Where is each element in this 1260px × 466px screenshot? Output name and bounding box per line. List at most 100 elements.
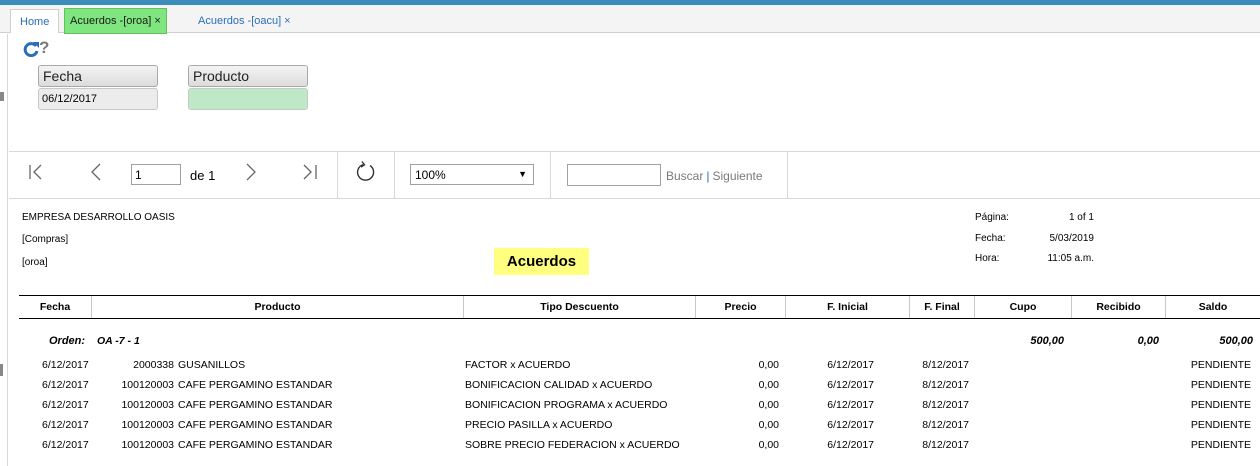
tab-label: Acuerdos -[oroa] [70, 15, 152, 27]
cell-fecha: 6/12/2017 [42, 379, 89, 391]
cell-inicial: 6/12/2017 [827, 399, 874, 411]
cell-estado: PENDIENTE [1190, 439, 1251, 451]
tab-home-label: Home [20, 16, 50, 28]
column-header: Tipo Descuento [463, 296, 695, 318]
page-value: 1 of 1 [1068, 212, 1094, 223]
group-cupo: 500,00 [1030, 335, 1064, 347]
cell-codigo: 100120003 [121, 379, 174, 391]
cell-codigo: 2000338 [133, 359, 174, 371]
find-link[interactable]: Buscar [666, 169, 703, 183]
cell-final: 8/12/2017 [922, 439, 969, 451]
cell-precio: 0,00 [758, 439, 779, 451]
search-links: Buscar | Siguiente [666, 169, 763, 183]
first-page-icon[interactable] [27, 162, 47, 182]
report-code: [oroa] [22, 257, 48, 268]
cell-precio: 0,00 [758, 359, 779, 371]
fecha-parameter: Fecha 06/12/2017 [38, 65, 158, 110]
cell-inicial: 6/12/2017 [827, 379, 874, 391]
column-header: F. Final [909, 296, 974, 318]
cell-producto: CAFE PERGAMINO ESTANDAR [178, 379, 333, 391]
zoom-value: 100% [415, 168, 446, 182]
toolbar-divider [550, 152, 551, 198]
group-saldo: 500,00 [1219, 335, 1253, 347]
help-icon[interactable]: ? [39, 39, 49, 57]
date-value: 5/03/2019 [1049, 233, 1095, 244]
parameters-panel: ? Fecha 06/12/2017 Producto [9, 34, 1260, 152]
cell-tipo: BONIFICACION PROGRAMA x ACUERDO [465, 399, 668, 411]
tab-home[interactable]: Home [10, 9, 60, 33]
cell-fecha: 6/12/2017 [42, 419, 89, 431]
fecha-field[interactable]: 06/12/2017 [38, 88, 158, 110]
cell-estado: PENDIENTE [1190, 399, 1251, 411]
group-label: Orden: [49, 335, 86, 347]
column-header: F. Inicial [785, 296, 909, 318]
producto-field[interactable] [188, 88, 308, 110]
cell-precio: 0,00 [758, 399, 779, 411]
page-number-input[interactable] [131, 164, 181, 185]
cell-final: 8/12/2017 [922, 399, 969, 411]
gutter-marker [0, 364, 3, 376]
cell-fecha: 6/12/2017 [42, 399, 89, 411]
dropdown-arrow-icon: ▼ [518, 169, 527, 179]
cell-tipo: BONIFICACION CALIDAD x ACUERDO [465, 379, 653, 391]
table-header: Fecha Producto Tipo Descuento Precio F. … [19, 295, 1260, 319]
left-gutter [0, 34, 8, 466]
fecha-label: Fecha [38, 65, 158, 87]
close-tab-icon[interactable]: × [284, 15, 290, 27]
cell-codigo: 100120003 [121, 399, 174, 411]
cell-precio: 0,00 [758, 419, 779, 431]
cell-final: 8/12/2017 [922, 419, 969, 431]
toolbar-divider [337, 152, 338, 198]
group-recibido: 0,00 [1137, 335, 1159, 347]
find-next-link[interactable]: Siguiente [712, 169, 762, 183]
cell-inicial: 6/12/2017 [827, 419, 874, 431]
cell-estado: PENDIENTE [1190, 359, 1251, 371]
report-title: Acuerdos [494, 248, 589, 275]
cell-tipo: SOBRE PRECIO FEDERACION x ACUERDO [465, 439, 680, 451]
cell-precio: 0,00 [758, 379, 779, 391]
page-count-label: de 1 [190, 168, 216, 183]
toolbar-divider [394, 152, 395, 198]
producto-parameter: Producto [188, 65, 308, 110]
cell-codigo: 100120003 [121, 419, 174, 431]
cell-inicial: 6/12/2017 [827, 359, 874, 371]
cell-producto: GUSANILLOS [178, 359, 246, 371]
link-separator: | [706, 169, 710, 183]
column-header: Recibido [1071, 296, 1165, 318]
column-header: Producto [91, 296, 463, 318]
cell-tipo: FACTOR x ACUERDO [465, 359, 571, 371]
tab-acuerdos-oroa[interactable]: Acuerdos -[oroa] × [64, 8, 167, 34]
report-section: [Compras] [22, 234, 69, 245]
cell-producto: CAFE PERGAMINO ESTANDAR [178, 439, 333, 451]
cell-final: 8/12/2017 [922, 359, 969, 371]
column-header: Precio [695, 296, 785, 318]
search-input[interactable] [567, 164, 661, 186]
cell-tipo: PRECIO PASILLA x ACUERDO [465, 419, 613, 431]
tab-label: Acuerdos -[oacu] [198, 15, 282, 27]
close-tab-icon[interactable]: × [154, 15, 160, 27]
column-header: Saldo [1165, 296, 1260, 318]
column-header: Cupo [974, 296, 1071, 318]
cell-inicial: 6/12/2017 [827, 439, 874, 451]
next-page-icon[interactable] [241, 162, 261, 182]
column-header: Fecha [39, 301, 71, 313]
tab-acuerdos-oacu[interactable]: Acuerdos -[oacu] × [192, 9, 297, 33]
toolbar-divider [787, 152, 788, 198]
cell-producto: CAFE PERGAMINO ESTANDAR [178, 419, 333, 431]
group-value: OA -7 - 1 [97, 335, 140, 347]
report-body: EMPRESA DESARROLLO OASIS [Compras] [oroa… [9, 200, 1260, 466]
tab-strip: Home Acuerdos -[oroa] × Acuerdos -[oacu] × [0, 5, 1260, 34]
cell-codigo: 100120003 [121, 439, 174, 451]
time-value: 11:05 a.m. [1047, 253, 1094, 264]
producto-label: Producto [188, 65, 308, 87]
refresh-report-icon[interactable] [355, 161, 377, 183]
previous-page-icon[interactable] [87, 162, 107, 182]
gutter-marker [0, 92, 4, 101]
cell-final: 8/12/2017 [922, 379, 969, 391]
cell-estado: PENDIENTE [1190, 379, 1251, 391]
cell-estado: PENDIENTE [1190, 419, 1251, 431]
zoom-select[interactable]: 100% ▼ [410, 164, 534, 185]
cell-producto: CAFE PERGAMINO ESTANDAR [178, 399, 333, 411]
refresh-icon[interactable] [23, 41, 39, 57]
last-page-icon[interactable] [300, 162, 320, 182]
